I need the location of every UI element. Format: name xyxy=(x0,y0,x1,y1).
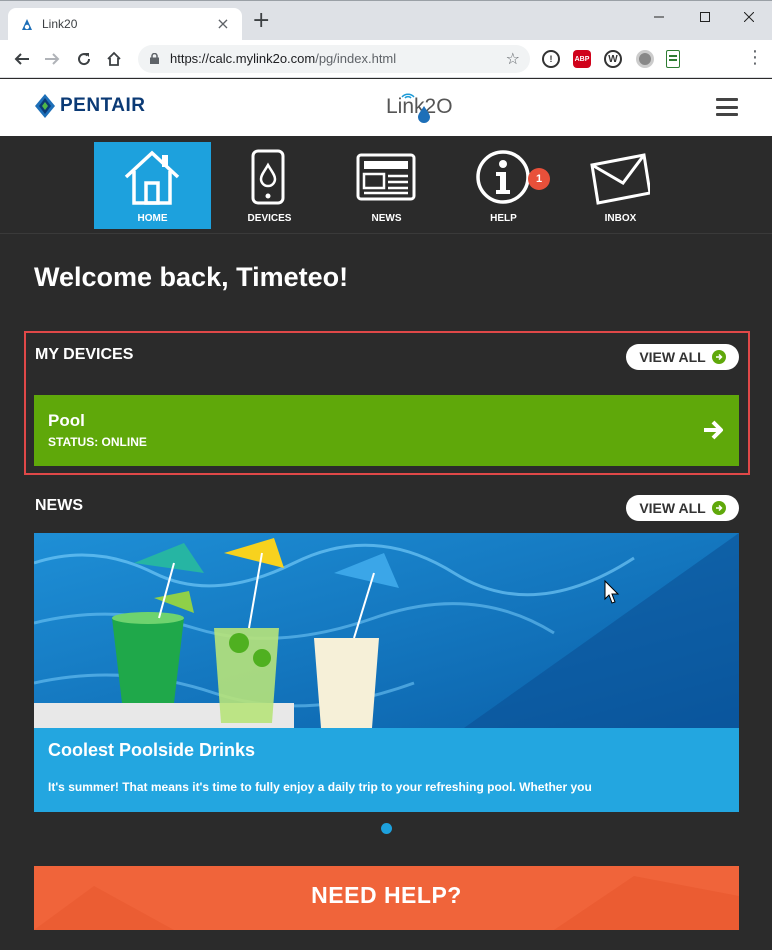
circle-extension-icon[interactable] xyxy=(636,50,654,68)
window-close-icon[interactable] xyxy=(726,5,772,29)
link2o-logo[interactable]: Link2O xyxy=(386,89,456,129)
tab-close-icon[interactable]: × xyxy=(214,14,232,33)
news-card[interactable]: Coolest Poolside Drinks It's summer! Tha… xyxy=(34,533,739,812)
device-card-pool[interactable]: Pool STATUS: ONLINE xyxy=(34,395,739,466)
info-extension-icon[interactable]: ! xyxy=(542,50,560,68)
minimize-icon[interactable] xyxy=(636,5,682,29)
news-title: NEWS xyxy=(35,497,83,514)
phone-icon xyxy=(251,149,285,205)
reload-icon[interactable] xyxy=(74,49,94,69)
url-text: https://calc.mylink2o.com/pg/index.html xyxy=(170,51,396,66)
arrow-right-icon xyxy=(704,420,723,440)
lock-icon xyxy=(150,53,159,64)
nav-label-news: NEWS xyxy=(371,213,402,224)
forward-arrow-icon[interactable] xyxy=(42,49,62,69)
url-path: /pg/index.html xyxy=(315,51,397,66)
sheet-extension-icon[interactable] xyxy=(666,50,680,68)
browser-menu-icon[interactable]: ⋮ xyxy=(746,49,764,67)
pentair-mark-icon xyxy=(35,94,55,118)
device-status: STATUS: ONLINE xyxy=(48,435,147,449)
envelope-icon xyxy=(590,153,650,205)
nav-item-news[interactable]: NEWS xyxy=(328,142,445,229)
welcome-heading: Welcome back, Timeteo! xyxy=(34,262,349,292)
link2o-favicon-icon xyxy=(22,19,32,30)
nav-item-home[interactable]: HOME xyxy=(94,142,211,229)
w-extension-icon[interactable]: W xyxy=(604,50,622,68)
nav-label-help: HELP xyxy=(490,213,517,224)
help-notification-badge: 1 xyxy=(528,168,550,190)
back-arrow-icon[interactable] xyxy=(12,49,32,69)
devices-view-all-button[interactable]: VIEW ALL xyxy=(626,344,739,370)
poolside-drinks-image xyxy=(34,533,739,728)
devices-view-all-label: VIEW ALL xyxy=(639,349,706,365)
browser-toolbar: https://calc.mylink2o.com/pg/index.html … xyxy=(0,40,772,78)
arrow-circle-icon xyxy=(711,350,726,364)
maximize-icon[interactable] xyxy=(682,5,728,29)
adblock-extension-icon[interactable]: ABP xyxy=(573,50,591,68)
url-host: https://calc.mylink2o.com xyxy=(170,51,316,66)
my-devices-title: MY DEVICES xyxy=(35,346,134,363)
browser-tab-bar: Link20 × + xyxy=(0,0,772,41)
info-icon xyxy=(476,150,530,204)
news-view-all-label: VIEW ALL xyxy=(639,500,706,516)
home-icon[interactable] xyxy=(104,49,124,69)
water-drop-icon xyxy=(418,106,430,123)
nav-label-inbox: INBOX xyxy=(604,213,637,224)
nav-item-devices[interactable]: DEVICES xyxy=(211,142,328,229)
app-header: PENTAIR Link2O xyxy=(0,79,772,136)
house-icon xyxy=(124,150,180,205)
hamburger-menu-icon[interactable] xyxy=(716,98,738,116)
newspaper-icon xyxy=(356,153,416,201)
need-help-label: NEED HELP? xyxy=(311,882,462,908)
bookmark-star-icon[interactable]: ☆ xyxy=(506,49,520,68)
main-nav: HOME DEVICES NEWS HELP INBOX xyxy=(0,136,772,234)
need-help-button[interactable]: NEED HELP? xyxy=(34,866,739,930)
news-view-all-button[interactable]: VIEW ALL xyxy=(626,495,739,521)
brand-name: PENTAIR xyxy=(60,95,146,116)
nav-label-home: HOME xyxy=(137,213,168,224)
new-tab-button[interactable]: + xyxy=(252,10,270,32)
browser-tab[interactable]: Link20 × xyxy=(8,8,242,41)
arrow-circle-icon xyxy=(711,501,726,515)
news-article-excerpt: It's summer! That means it's time to ful… xyxy=(48,780,592,794)
wifi-icon xyxy=(401,93,415,99)
tab-title: Link20 xyxy=(42,17,78,31)
news-caption: Coolest Poolside Drinks It's summer! Tha… xyxy=(34,728,739,812)
nav-item-inbox[interactable]: INBOX xyxy=(562,142,679,229)
news-article-title: Coolest Poolside Drinks xyxy=(48,740,256,760)
address-bar[interactable]: https://calc.mylink2o.com/pg/index.html … xyxy=(138,45,530,73)
pentair-logo[interactable]: PENTAIR xyxy=(34,93,145,119)
carousel-dot[interactable] xyxy=(381,823,392,834)
device-name: Pool xyxy=(48,411,85,430)
nav-label-devices: DEVICES xyxy=(247,213,292,224)
